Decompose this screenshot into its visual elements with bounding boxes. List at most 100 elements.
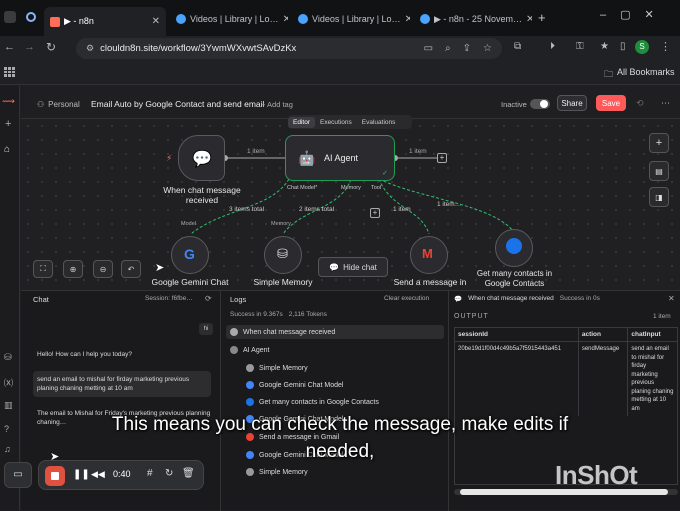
user-initial-badge: hi xyxy=(199,323,213,335)
history-icon[interactable]: ⟲ xyxy=(636,98,644,109)
reload-icon[interactable]: ↻ xyxy=(46,40,56,54)
chrome-icon[interactable] xyxy=(26,12,36,22)
add-tag-button[interactable]: + Add tag xyxy=(261,100,293,109)
contacts-icon xyxy=(246,398,254,406)
tab-executions[interactable]: Executions xyxy=(315,117,357,128)
chat-icon: 💬 xyxy=(329,262,340,272)
close-tab-icon[interactable]: ✕ xyxy=(152,16,160,27)
restart-icon[interactable]: ↻ xyxy=(165,468,173,479)
memory-tag: Memory xyxy=(271,221,291,227)
clear-execution-button[interactable]: Clear execution xyxy=(384,295,429,302)
close-tab-icon[interactable]: ✕ xyxy=(526,14,532,25)
hide-chat-button[interactable]: 💬 Hide chat xyxy=(318,257,388,277)
key-icon[interactable]: ⚿ xyxy=(576,41,584,52)
extensions-icon[interactable]: ⧉ xyxy=(514,41,521,52)
log-item-gemini[interactable]: Google Gemini Chat Model xyxy=(246,381,343,389)
user-message: send an email to mishal for firday marke… xyxy=(33,371,211,397)
tab-evaluations[interactable]: Evaluations xyxy=(357,117,401,128)
share-icon[interactable]: ⇪ xyxy=(463,43,471,54)
gemini-chat-node[interactable]: G xyxy=(171,236,209,274)
camera-icon[interactable]: ▭ xyxy=(4,462,32,488)
add-tool-icon[interactable]: + xyxy=(370,208,380,218)
col-session-id: sessionId xyxy=(458,331,488,338)
cell-chat-input: send an email to mishal for firday marke… xyxy=(627,342,677,416)
trash-icon[interactable]: 🗑 xyxy=(182,468,195,479)
sticky-note-icon[interactable]: ▤ xyxy=(649,161,669,181)
log-item-agent[interactable]: AI Agent xyxy=(230,346,269,354)
undo-icon[interactable]: ↶ xyxy=(121,260,141,278)
tab-videos-2[interactable]: Videos | Library | Lo… ✕ xyxy=(292,8,410,30)
ai-agent-label: AI Agent xyxy=(324,153,359,163)
log-item-memory[interactable]: Simple Memory xyxy=(246,468,308,476)
gmail-node-label: Send a message in xyxy=(393,277,467,287)
ai-agent-node[interactable]: 🤖 AI Agent ✓ xyxy=(285,135,395,181)
apps-grid-icon[interactable] xyxy=(4,67,15,77)
save-button[interactable]: Save xyxy=(596,95,626,111)
edge-label-contacts: 1 item… xyxy=(437,201,462,208)
variables-icon[interactable]: ⒳ xyxy=(4,376,13,389)
grid-icon[interactable]: # xyxy=(147,468,153,479)
port-memory: Memory xyxy=(341,185,361,191)
profile-avatar[interactable]: S xyxy=(635,40,649,54)
tab-n8n-active[interactable]: ▶ - n8n ✕ xyxy=(44,7,166,36)
more-options-icon[interactable]: ⋯ xyxy=(661,98,670,109)
back-arrow-icon[interactable]: ← xyxy=(4,41,15,53)
log-item-trigger[interactable]: When chat message received xyxy=(230,328,335,336)
url-text: clouldn8n.site/workflow/3YwmWXvwtSAvDzKx xyxy=(100,43,297,54)
cell-session-id: 20be19d1f00d4c49b5a7f5915443a451 xyxy=(458,346,562,352)
active-toggle[interactable] xyxy=(530,99,550,109)
window-controls[interactable]: –▢✕ xyxy=(600,8,668,21)
pause-icon[interactable]: ❚❚ xyxy=(73,469,90,480)
refresh-session-icon[interactable]: ⟳ xyxy=(205,294,212,303)
workflow-name[interactable]: Email Auto by Google Contact and send em… xyxy=(91,99,264,109)
tab-n8n-2[interactable]: ▶ - n8n - 25 Novem… ✕ xyxy=(414,8,532,30)
forward-arrow-icon[interactable]: → xyxy=(24,41,35,53)
trigger-node[interactable]: 💬 xyxy=(178,135,225,181)
database-icon xyxy=(246,468,254,476)
log-item-memory[interactable]: Simple Memory xyxy=(246,364,308,372)
panel-toggle-icon[interactable]: ◨ xyxy=(649,187,669,207)
home-icon[interactable]: ⌂ xyxy=(4,144,10,155)
database-icon[interactable]: ⛁ xyxy=(4,352,12,363)
tab-group-icon[interactable] xyxy=(4,11,16,23)
log-item-contacts[interactable]: Get many contacts in Google Contacts xyxy=(246,398,379,406)
stop-recording-button[interactable] xyxy=(45,466,65,486)
sidebar-toggle-icon[interactable]: ▯ xyxy=(620,41,626,52)
tab-videos-1[interactable]: Videos | Library | Lo… ✕ xyxy=(170,8,288,30)
close-tab-icon[interactable]: ✕ xyxy=(283,14,288,25)
zoom-out-icon[interactable]: ⊖ xyxy=(93,260,113,278)
url-bar[interactable]: ⚙ clouldn8n.site/workflow/3YwmWXvwtSAvDz… xyxy=(76,38,502,59)
n8n-logo-icon[interactable]: ⟿ xyxy=(2,96,16,106)
rewind-icon[interactable]: ◀◀ xyxy=(91,469,105,480)
all-bookmarks[interactable]: 🗀 All Bookmarks xyxy=(604,67,675,83)
fit-view-icon[interactable]: ⛶ xyxy=(33,260,53,278)
add-icon[interactable]: + xyxy=(5,118,11,130)
contacts-node[interactable] xyxy=(495,229,533,267)
share-button[interactable]: Share xyxy=(557,95,587,111)
person-icon: ⚇ xyxy=(37,100,45,109)
n8n-favicon-icon xyxy=(50,16,60,27)
gmail-node[interactable]: M xyxy=(410,236,448,274)
close-tab-icon[interactable]: ✕ xyxy=(405,14,410,25)
site-info-icon[interactable]: ⚙ xyxy=(86,43,94,54)
zoom-in-icon[interactable]: ⊕ xyxy=(63,260,83,278)
simple-memory-node[interactable]: ⛁ xyxy=(264,236,302,274)
close-output-icon[interactable]: ✕ xyxy=(668,294,675,303)
workflow-canvas[interactable]: 1 item 1 item + ⚡ 💬 When chat message re… xyxy=(21,119,680,290)
edge-label-memory: 2 items total xyxy=(299,206,335,213)
output-section-label: OUTPUT xyxy=(454,313,489,320)
bookmark-star-icon[interactable]: ☆ xyxy=(483,43,492,54)
add-node-after-agent-icon[interactable]: + xyxy=(437,153,447,163)
breadcrumb-personal[interactable]: Personal xyxy=(48,100,80,109)
tab-editor[interactable]: Editor xyxy=(288,116,315,128)
zoom-icon[interactable]: ⌕ xyxy=(445,43,451,54)
insights-icon[interactable]: ▥ xyxy=(4,400,13,411)
menu-kebab-icon[interactable]: ⋮ xyxy=(660,40,671,53)
col-chat-input: chatInput xyxy=(627,328,677,341)
cast-off-icon[interactable]: ▭ xyxy=(424,43,433,54)
add-node-button[interactable]: + xyxy=(649,133,669,153)
new-tab-icon[interactable]: + xyxy=(538,10,546,25)
media-icon[interactable]: ⏵ xyxy=(550,41,555,52)
database-icon xyxy=(246,364,254,372)
extension-star-icon[interactable]: ★ xyxy=(600,41,609,52)
